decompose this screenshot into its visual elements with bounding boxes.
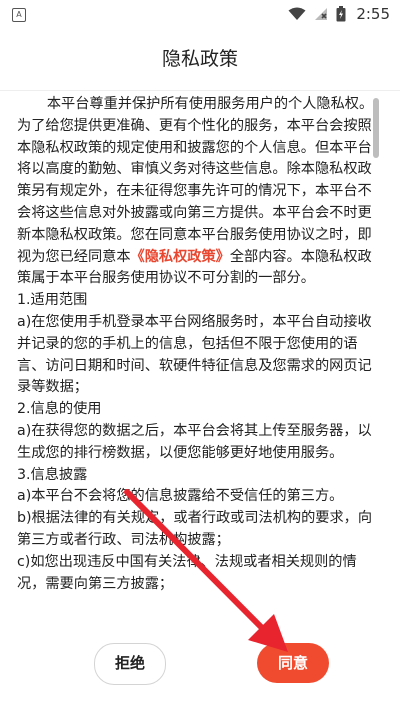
- page-title: 隐私政策: [161, 48, 238, 70]
- accept-button[interactable]: 同意: [257, 643, 329, 683]
- header-divider: [0, 90, 400, 91]
- section-1-title: 1.适用范围: [17, 292, 88, 309]
- section-2-item-a: a)在获得您的数据之后，本平台会将其上传至服务器，以生成您的排行榜数据，以便您能…: [17, 422, 372, 461]
- policy-content[interactable]: 本平台尊重并保护所有使用服务用户的个人隐私权。为了给您提供更准确、更有个性化的服…: [17, 94, 379, 628]
- status-bar: A 2:55: [0, 0, 400, 28]
- section-1-item-a: a)在您使用手机登录本平台网络服务时，本平台自动接收并记录的您的手机上的信息，包…: [17, 313, 372, 396]
- policy-intro-text: 本平台尊重并保护所有使用服务用户的个人隐私权。为了给您提供更准确、更有个性化的服…: [17, 96, 374, 265]
- section-3-title: 3.信息披露: [17, 466, 88, 483]
- content-scrollbar[interactable]: [373, 98, 379, 158]
- status-time: 2:55: [356, 5, 390, 23]
- policy-intro: 本平台尊重并保护所有使用服务用户的个人隐私权。为了给您提供更准确、更有个性化的服…: [17, 94, 379, 290]
- signal-icon: [315, 8, 328, 20]
- status-icons: 2:55: [288, 5, 390, 23]
- section-2-title: 2.信息的使用: [17, 401, 102, 418]
- app-notification-icon: A: [12, 8, 26, 22]
- section-3-item-a: a)本平台不会将您的信息披露给不受信任的第三方。: [17, 488, 344, 505]
- title-bar: 隐私政策: [0, 28, 400, 90]
- privacy-policy-link[interactable]: 《隐私权政策》: [131, 249, 230, 265]
- wifi-icon: [288, 7, 306, 20]
- battery-icon: [336, 6, 346, 22]
- section-3-item-b: b)根据法律的有关规定，或者行政或司法机构的要求，向第三方或者行政、司法机构披露…: [17, 510, 373, 548]
- decline-button[interactable]: 拒绝: [94, 643, 166, 685]
- section-3-item-c: c)如您出现违反中国有关法律、法规或者相关规则的情况，需要向第三方披露；: [17, 553, 357, 592]
